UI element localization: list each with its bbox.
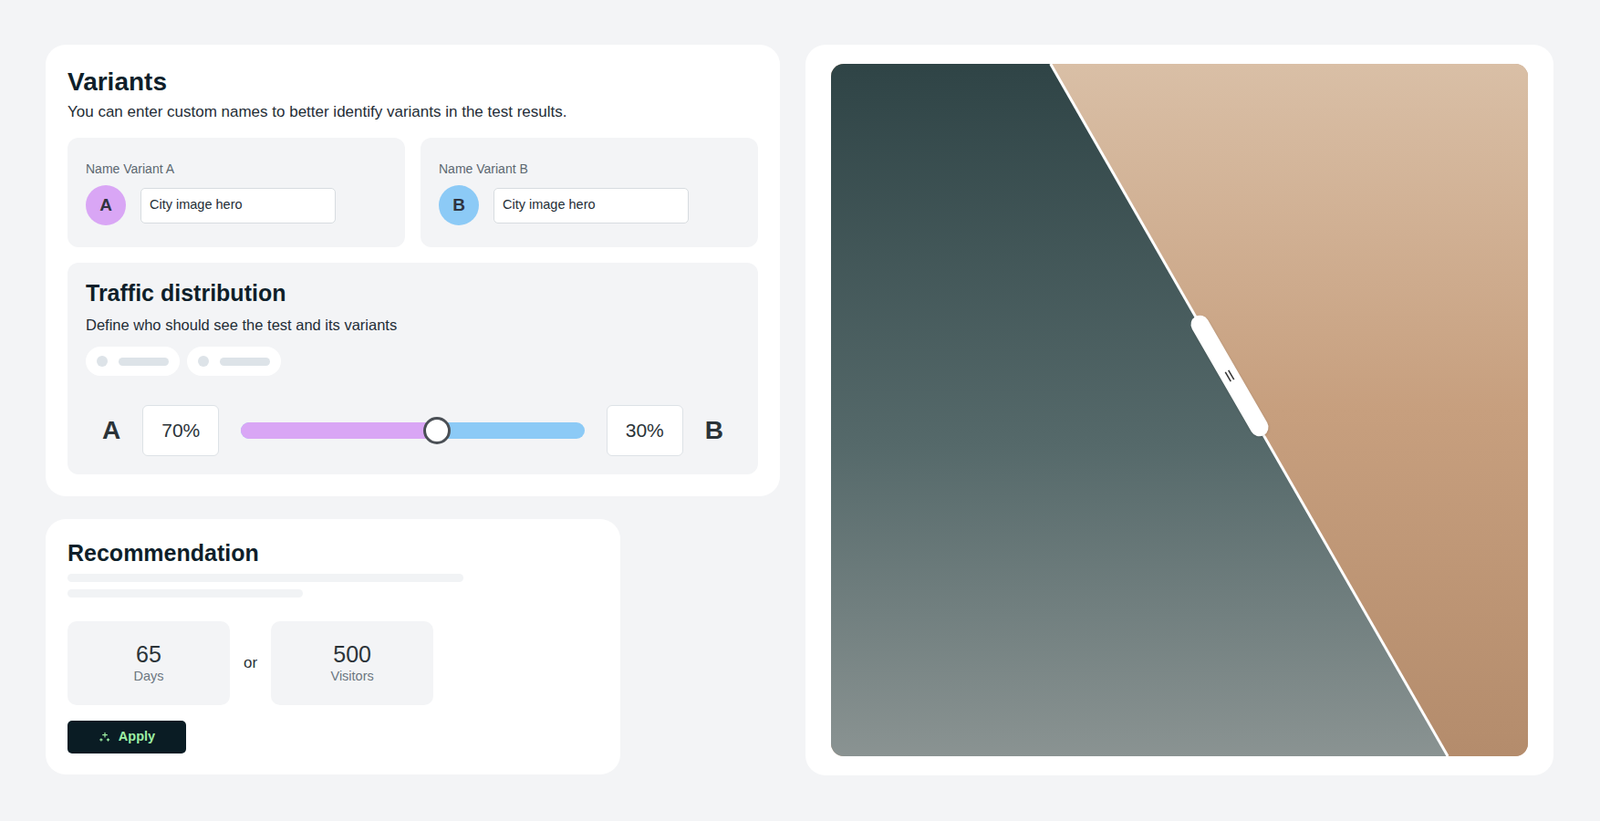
traffic-option[interactable] — [85, 346, 180, 376]
variant-row: B City image hero — [438, 185, 740, 226]
variants-card: Variants You can enter custom names to be… — [45, 44, 780, 497]
stat-value: 500 — [332, 641, 372, 667]
apply-button[interactable]: Apply — [67, 720, 187, 754]
variant-list: Name Variant AACity image heroName Varia… — [67, 137, 759, 248]
grip-icon — [1223, 367, 1237, 383]
slider-fill — [240, 422, 437, 439]
left-column: Variants You can enter custom names to be… — [45, 44, 780, 821]
placeholder-line — [67, 589, 303, 598]
variant-a-letter: A — [102, 411, 121, 450]
variant-a-percent[interactable]: 70% — [142, 405, 219, 457]
option-line — [118, 357, 169, 366]
variants-description: You can enter custom names to better ide… — [67, 101, 759, 124]
recommendation-card: Recommendation 65Days or 500Visitors Apply — [45, 519, 621, 775]
traffic-box: Traffic distribution Define who should se… — [67, 262, 759, 475]
stat-value: 65 — [135, 641, 162, 667]
traffic-description: Define who should see the test and its v… — [67, 313, 759, 336]
variant-badge: B — [438, 185, 479, 226]
slider-thumb[interactable] — [423, 416, 451, 445]
variant-box: Name Variant A A City image hero — [67, 137, 406, 248]
variant-label: Name Variant A — [85, 159, 387, 178]
traffic-title: Traffic distribution — [67, 278, 759, 308]
variants-title: Variants — [67, 66, 759, 98]
stats-separator: or — [243, 651, 258, 676]
recommendation-title: Recommendation — [67, 538, 599, 568]
preview-card — [805, 44, 1554, 776]
comparison-image — [831, 63, 1528, 757]
variant-badge: A — [85, 185, 126, 226]
traffic-options — [67, 346, 759, 376]
stat-box: 65Days — [67, 621, 230, 706]
variant-b-letter: B — [705, 411, 724, 450]
variant-row: A City image hero — [85, 185, 387, 226]
placeholder-line — [67, 573, 464, 582]
stat-box: 500Visitors — [270, 621, 434, 706]
slider-row: A 70% 30% B — [67, 405, 759, 457]
option-line — [219, 357, 271, 366]
option-dot — [96, 355, 108, 367]
sparkle-icon — [98, 730, 112, 744]
option-dot — [197, 355, 209, 367]
divider-line — [831, 63, 1528, 757]
page: Variants You can enter custom names to be… — [0, 0, 1600, 821]
variant-label: Name Variant B — [438, 159, 740, 178]
variant-name-input[interactable]: City image hero — [140, 187, 336, 224]
variant-name-input[interactable]: City image hero — [493, 187, 689, 224]
traffic-option[interactable] — [187, 346, 281, 376]
stat-label: Days — [133, 666, 164, 686]
stats-row: 65Days or 500Visitors — [67, 621, 599, 706]
variant-b-percent[interactable]: 30% — [606, 405, 684, 457]
traffic-slider[interactable] — [240, 422, 585, 439]
stat-label: Visitors — [330, 666, 374, 686]
variant-box: Name Variant B B City image hero — [420, 137, 759, 248]
